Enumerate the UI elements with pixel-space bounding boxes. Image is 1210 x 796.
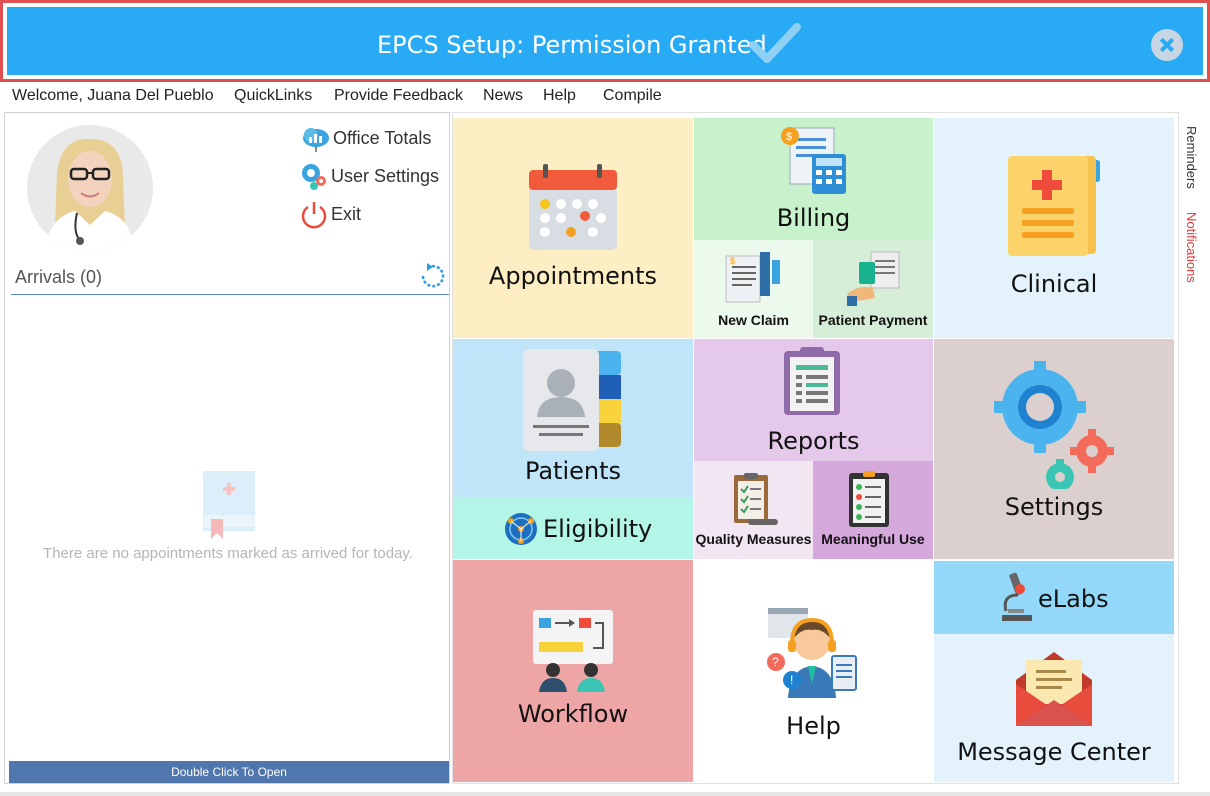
reports-label: Reports [767, 427, 860, 455]
billing-invoice-icon: $ [781, 127, 846, 194]
user-settings-label: User Settings [331, 165, 440, 186]
claim-document-icon: $ [725, 252, 780, 303]
banner-message: EPCS Setup: Permission Granted [377, 31, 767, 59]
envelope-icon [1016, 652, 1092, 726]
svg-text:!: ! [790, 673, 793, 687]
power-icon [301, 202, 327, 229]
clipboard-report-icon [784, 347, 840, 415]
clinical-tile[interactable]: Clinical [934, 118, 1174, 338]
check-icon [749, 23, 801, 63]
billing-label: Billing [776, 204, 851, 232]
user-settings-link[interactable]: User Settings [299, 161, 439, 191]
patient-contact-card-icon [523, 349, 621, 451]
reminders-tab[interactable]: Reminders [1184, 126, 1199, 189]
empty-book-icon [203, 471, 255, 539]
reports-tile[interactable]: Reports [694, 339, 933, 461]
close-icon[interactable] [1151, 29, 1183, 61]
svg-text:$: $ [786, 131, 792, 143]
bottom-divider [0, 792, 1210, 796]
clinical-folder-icon [1008, 156, 1100, 256]
quality-checklist-icon [734, 473, 778, 525]
new-claim-tile[interactable]: $ New Claim [694, 240, 813, 338]
eligibility-tile[interactable]: Eligibility [453, 497, 693, 559]
svg-text:?: ? [772, 655, 779, 669]
clinical-label: Clinical [1010, 270, 1098, 298]
patient-payment-tile[interactable]: Patient Payment [813, 240, 933, 338]
patients-label: Patients [524, 457, 622, 485]
gears-icon [302, 164, 326, 190]
exit-label: Exit [331, 203, 362, 224]
settings-gears-icon [994, 361, 1114, 489]
appointments-tile[interactable]: Appointments [453, 118, 693, 338]
empty-arrivals-message: There are no appointments marked as arri… [43, 545, 413, 562]
svg-text:$: $ [730, 256, 735, 266]
refresh-icon[interactable] [417, 261, 447, 291]
settings-tile[interactable]: Settings [934, 339, 1174, 559]
message-center-tile[interactable]: Message Center [934, 634, 1174, 782]
workflow-board-icon [533, 610, 613, 692]
banner-body: EPCS Setup: Permission Granted [7, 7, 1203, 75]
appointments-label: Appointments [488, 262, 658, 290]
new-claim-label: New Claim [718, 312, 789, 328]
menu-help[interactable]: Help [543, 87, 576, 105]
exit-link[interactable]: Exit [299, 199, 361, 229]
notification-banner: EPCS Setup: Permission Granted [0, 0, 1210, 82]
office-totals-label: Office Totals [333, 127, 432, 148]
network-globe-icon [505, 513, 537, 545]
meaningful-use-label: Meaningful Use [821, 531, 925, 547]
calendar-icon [529, 164, 617, 250]
settings-label: Settings [1004, 493, 1104, 521]
left-panel: Office Totals User Settings Exit Arrival… [4, 112, 450, 784]
menu-compile[interactable]: Compile [603, 87, 662, 105]
meaningful-use-tile[interactable]: Meaningful Use [813, 461, 933, 559]
quality-measures-label: Quality Measures [695, 531, 812, 547]
doctor-photo-icon [27, 125, 153, 251]
help-label: Help [786, 712, 841, 740]
help-support-agent-icon: ? ! [767, 608, 857, 698]
top-menu-bar: Welcome, Juana Del Pueblo QuickLinks Pro… [0, 84, 1210, 108]
help-tile[interactable]: ? ! Help [694, 560, 933, 782]
arrivals-title: Arrivals (0) [15, 267, 103, 287]
workflow-tile[interactable]: Workflow [453, 560, 693, 782]
elabs-tile[interactable]: eLabs [934, 561, 1174, 634]
menu-provide-feedback[interactable]: Provide Feedback [334, 87, 463, 105]
meaningful-use-checklist-icon [849, 471, 889, 527]
arrivals-header: Arrivals (0) [11, 261, 449, 295]
patients-tile[interactable]: Patients [453, 339, 693, 497]
cloud-chart-icon [303, 128, 329, 152]
microscope-icon [1002, 572, 1032, 621]
elabs-label: eLabs [1038, 585, 1109, 613]
eligibility-label: Eligibility [543, 515, 653, 543]
quality-measures-tile[interactable]: Quality Measures [694, 461, 813, 559]
message-center-label: Message Center [957, 738, 1151, 766]
menu-news[interactable]: News [483, 87, 523, 105]
payment-card-icon [847, 251, 900, 306]
menu-quicklinks[interactable]: QuickLinks [234, 87, 312, 105]
office-totals-link[interactable]: Office Totals [301, 123, 431, 153]
welcome-text: Welcome, Juana Del Pueblo [12, 87, 214, 104]
workflow-label: Workflow [517, 700, 629, 728]
avatar [27, 125, 153, 251]
patient-payment-label: Patient Payment [818, 312, 928, 328]
double-click-open-button[interactable]: Double Click To Open [9, 761, 449, 783]
billing-tile[interactable]: $ Billing [694, 118, 933, 240]
notifications-tab[interactable]: Notifications [1184, 212, 1199, 283]
